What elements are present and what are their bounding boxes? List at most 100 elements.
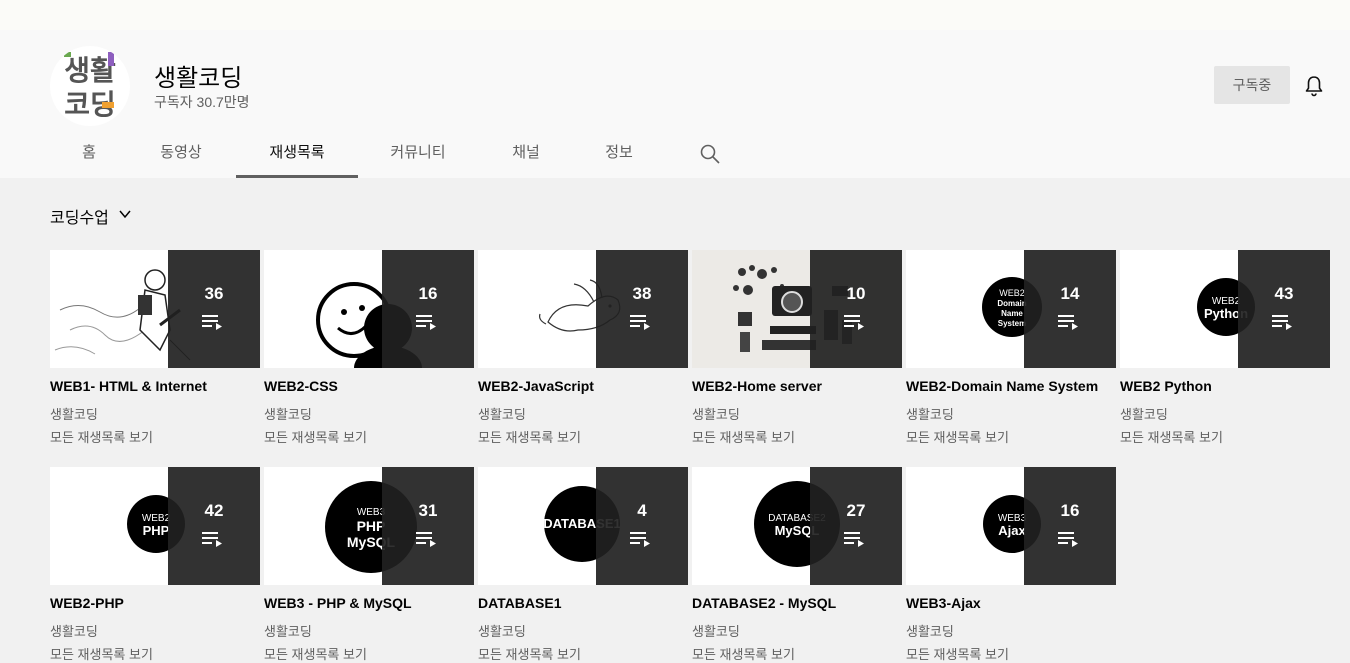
svg-text:System: System <box>998 319 1026 328</box>
tab-community[interactable]: 커뮤니티 <box>372 134 464 178</box>
playlist-thumbnail[interactable]: DATABASE2 MySQL 27 <box>692 467 902 585</box>
playlist-channel[interactable]: 생활코딩 <box>264 621 474 639</box>
playlist-thumbnail[interactable]: WEB3 PHP MySQL 31 <box>264 467 474 585</box>
view-full-playlist-link[interactable]: 모든 재생목록 보기 <box>50 427 260 445</box>
playlist-thumbnail[interactable]: 36 <box>50 250 260 368</box>
playlist-channel[interactable]: 생활코딩 <box>692 621 902 639</box>
playlist-play-icon <box>202 315 222 330</box>
playlist-thumbnail[interactable]: 38 <box>478 250 688 368</box>
playlist-play-icon <box>202 532 222 547</box>
playlist-title[interactable]: WEB1- HTML & Internet <box>50 378 260 396</box>
playlist-channel[interactable]: 생활코딩 <box>50 404 260 422</box>
tab-about[interactable]: 정보 <box>588 134 650 178</box>
playlist-count-overlay: 31 <box>382 467 474 585</box>
section-title[interactable]: 코딩수업 <box>50 204 109 228</box>
playlist-card[interactable]: WEB2 Domain Name System 14 WEB2-Domain Name S… <box>906 250 1116 445</box>
playlist-count-overlay: 38 <box>596 250 688 368</box>
playlist-count-overlay: 42 <box>168 467 260 585</box>
playlist-play-icon <box>844 315 864 330</box>
playlist-channel[interactable]: 생활코딩 <box>478 404 688 422</box>
playlist-title[interactable]: WEB3-Ajax <box>906 595 1116 613</box>
subscriber-count: 구독자 30.7만명 <box>154 94 250 110</box>
playlist-count-overlay: 4 <box>596 467 688 585</box>
playlist-channel[interactable]: 생활코딩 <box>478 621 688 639</box>
view-full-playlist-link[interactable]: 모든 재생목록 보기 <box>692 644 902 662</box>
svg-text:PHP: PHP <box>143 523 170 538</box>
playlist-channel[interactable]: 생활코딩 <box>692 404 902 422</box>
playlist-channel[interactable]: 생활코딩 <box>264 404 474 422</box>
playlist-title[interactable]: WEB2-CSS <box>264 378 474 396</box>
playlist-card[interactable]: 10 WEB2-Home server 생활코딩모든 재생목록 보기 <box>692 250 902 445</box>
playlist-thumbnail[interactable]: 10 <box>692 250 902 368</box>
video-count: 4 <box>637 501 647 520</box>
playlist-card[interactable]: WEB2 Python 43 WEB2 Python 생활코딩모든 재생목록 보기 <box>1120 250 1330 445</box>
channel-header: 생활 코딩 생활코딩 구독자 30.7만명 구독중 홈 동영상 재생목록 커뮤니… <box>0 30 1350 178</box>
playlist-thumbnail[interactable]: WEB3 Ajax 16 <box>906 467 1116 585</box>
playlist-play-icon <box>844 532 864 547</box>
playlist-count-overlay: 14 <box>1024 250 1116 368</box>
playlist-card[interactable]: WEB2 PHP 42 WEB2-PHP 생활코딩 모든 재생목록 보기 <box>50 467 260 662</box>
subscribed-button[interactable]: 구독중 <box>1214 66 1290 104</box>
view-full-playlist-link[interactable]: 모든 재생목록 보기 <box>264 644 474 662</box>
chevron-down-icon[interactable] <box>118 207 132 221</box>
playlist-play-icon <box>630 315 650 330</box>
view-full-playlist-link[interactable]: 모든 재생목록 보기 <box>50 644 260 662</box>
playlist-thumbnail[interactable]: WEB2 PHP 42 <box>50 467 260 585</box>
playlist-title[interactable]: WEB2-Domain Name System <box>906 378 1116 396</box>
tab-home[interactable]: 홈 <box>50 134 128 178</box>
playlist-play-icon <box>1272 315 1292 330</box>
playlist-count-overlay: 27 <box>810 467 902 585</box>
video-count: 16 <box>418 284 438 303</box>
playlist-channel[interactable]: 생활코딩 <box>906 404 1116 422</box>
video-count: 42 <box>204 501 224 520</box>
top-strip <box>0 0 1350 30</box>
playlist-channel[interactable]: 생활코딩 <box>906 621 1116 639</box>
view-full-playlist-link[interactable]: 모든 재생목록 보기 <box>478 427 688 445</box>
tab-channels[interactable]: 채널 <box>496 134 556 178</box>
playlist-card[interactable]: 16 WEB2-CSS 생활코딩모든 재생목록 보기 <box>264 250 474 445</box>
playlist-channel[interactable]: 생활코딩 <box>50 621 260 639</box>
playlist-title[interactable]: WEB2-JavaScript <box>478 378 688 396</box>
view-full-playlist-link[interactable]: 모든 재생목록 보기 <box>1120 427 1330 445</box>
view-full-playlist-link[interactable]: 모든 재생목록 보기 <box>906 644 1116 662</box>
playlist-play-icon <box>630 532 650 547</box>
playlist-card[interactable]: DATABASE2 MySQL 27 DATABASE2 - MySQL 생활코딩모든 … <box>692 467 902 662</box>
playlist-card[interactable]: DATABASE1 4 DATABASE1 생활코딩모든 재생목록 보기 <box>478 467 688 662</box>
playlist-play-icon <box>1058 315 1078 330</box>
tab-playlists[interactable]: 재생목록 <box>236 134 358 178</box>
view-full-playlist-link[interactable]: 모든 재생목록 보기 <box>478 644 688 662</box>
playlist-title[interactable]: WEB2-Home server <box>692 378 902 396</box>
bell-icon[interactable] <box>1302 74 1326 98</box>
playlist-title[interactable]: DATABASE1 <box>478 595 688 613</box>
playlist-title[interactable]: WEB3 - PHP & MySQL <box>264 595 474 613</box>
video-count: 38 <box>632 284 652 303</box>
playlist-count-overlay: 16 <box>1024 467 1116 585</box>
view-full-playlist-link[interactable]: 모든 재생목록 보기 <box>264 427 474 445</box>
playlist-title[interactable]: DATABASE2 - MySQL <box>692 595 902 613</box>
playlist-thumbnail[interactable]: WEB2 Python 43 <box>1120 250 1330 368</box>
video-count: 27 <box>846 501 866 520</box>
video-count: 16 <box>1060 501 1080 520</box>
playlist-count-overlay: 36 <box>168 250 260 368</box>
playlist-title[interactable]: WEB2-PHP <box>50 595 260 613</box>
playlist-card[interactable]: 38 WEB2-JavaScript 생활코딩모든 재생목록 보기 <box>478 250 688 445</box>
playlist-card[interactable]: WEB3 PHP MySQL 31 WEB3 - PHP & MySQL 생활코딩모든 재… <box>264 467 474 662</box>
playlist-title[interactable]: WEB2 Python <box>1120 378 1330 396</box>
video-count: 43 <box>1274 284 1294 303</box>
view-full-playlist-link[interactable]: 모든 재생목록 보기 <box>906 427 1116 445</box>
playlist-play-icon <box>1058 532 1078 547</box>
tab-videos[interactable]: 동영상 <box>140 134 222 178</box>
playlist-card[interactable]: 36 WEB1- HTML & Internet 생활코딩모든 재생목록 보기 <box>50 250 260 445</box>
playlist-thumbnail[interactable]: 16 <box>264 250 474 368</box>
search-icon[interactable] <box>698 142 722 166</box>
video-count: 14 <box>1060 284 1080 303</box>
playlist-thumbnail[interactable]: DATABASE1 4 <box>478 467 688 585</box>
channel-avatar[interactable]: 생활 코딩 <box>50 46 130 126</box>
playlist-channel[interactable]: 생활코딩 <box>1120 404 1330 422</box>
view-full-playlist-link[interactable]: 모든 재생목록 보기 <box>692 427 902 445</box>
playlist-card[interactable]: WEB3 Ajax 16 WEB3-Ajax 생활코딩 모든 재생목록 보기 <box>906 467 1116 662</box>
playlist-thumbnail[interactable]: WEB2 Domain Name System 14 <box>906 250 1116 368</box>
svg-text:Ajax: Ajax <box>998 523 1026 538</box>
video-count: 10 <box>846 284 866 303</box>
svg-text:Domain: Domain <box>997 299 1026 308</box>
